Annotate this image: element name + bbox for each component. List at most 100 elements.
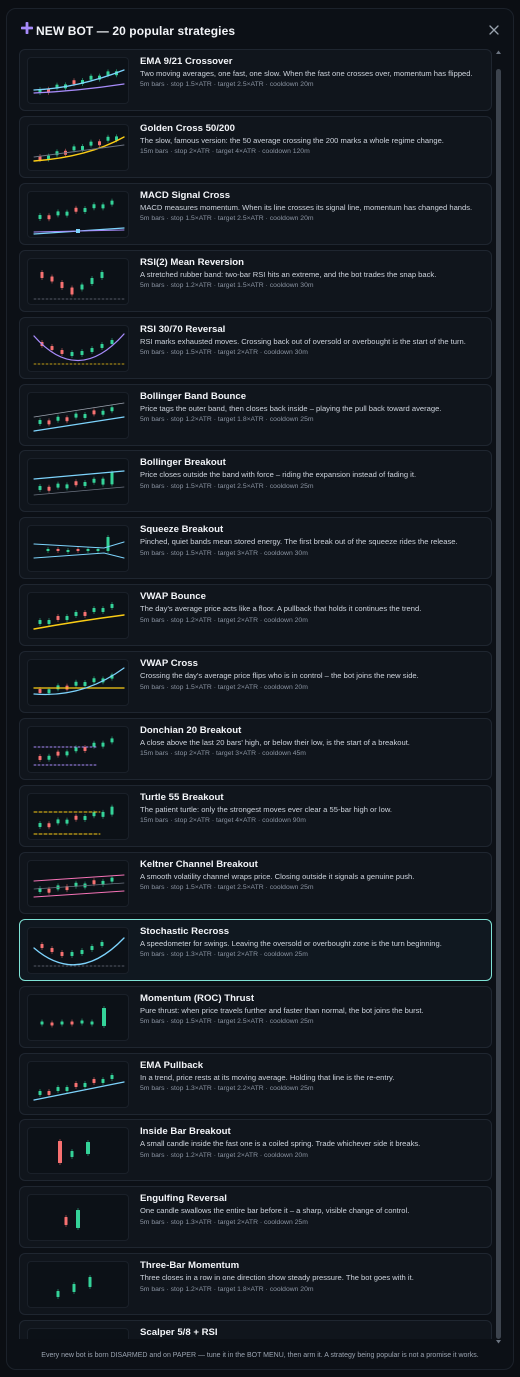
candle <box>70 951 74 956</box>
candle <box>74 413 78 418</box>
candle <box>50 276 54 282</box>
strategy-card[interactable]: Scalper 5/8 + RSI <box>19 1320 492 1339</box>
strategy-name: Squeeze Breakout <box>140 524 224 536</box>
strategy-card[interactable]: Three-Bar Momentum Three closes in a row … <box>19 1253 492 1316</box>
candle <box>110 738 114 743</box>
candle <box>83 815 87 820</box>
scrollbar[interactable] <box>495 49 502 1345</box>
candle <box>90 277 94 284</box>
strategy-text: Three-Bar Momentum Three closes in a row … <box>140 1260 483 1293</box>
strategy-name: VWAP Cross <box>140 658 198 670</box>
candle <box>80 350 84 355</box>
strategy-text: EMA Pullback In a trend, price rests at i… <box>140 1060 483 1093</box>
strategy-text: Inside Bar Breakout A small candle inside… <box>140 1126 483 1159</box>
candle <box>100 941 104 946</box>
strategy-meta: 5m bars · stop 1.2×ATR · target 1.8×ATR … <box>140 415 314 423</box>
strategy-name: RSI 30/70 Reversal <box>140 323 226 335</box>
strategy-card[interactable]: Engulfing Reversal One candle swallows th… <box>19 1186 492 1249</box>
candle <box>47 419 51 424</box>
candle <box>100 343 104 348</box>
strategy-thumbnail <box>27 1261 129 1309</box>
strategy-name: Turtle 55 Breakout <box>140 791 224 803</box>
strategy-card[interactable]: Donchian 20 Breakout A close above the la… <box>19 718 492 780</box>
mini-chart <box>33 667 125 696</box>
candle <box>65 616 69 621</box>
strategy-card[interactable]: Turtle 55 Breakout The patient turtle: on… <box>19 784 492 847</box>
candle <box>101 608 105 613</box>
strategy-card[interactable]: MACD Signal Cross MACD measures momentum.… <box>19 182 492 245</box>
strategy-text: Golden Cross 50/200 The slow, famous vers… <box>140 123 483 156</box>
strategy-thumbnail <box>27 659 129 707</box>
scroll-up-icon[interactable] <box>495 49 502 55</box>
strategy-thumbnail <box>27 190 129 238</box>
strategy-card[interactable]: Keltner Channel Breakout A smooth volatil… <box>19 851 492 914</box>
candle <box>92 678 96 683</box>
mini-chart <box>33 874 125 898</box>
strategy-text: EMA 9/21 Crossover Two moving averages, o… <box>140 56 483 89</box>
candle <box>50 947 54 952</box>
strategy-card[interactable]: Golden Cross 50/200 The slow, famous vers… <box>19 115 492 178</box>
candle <box>58 1141 62 1164</box>
mini-chart <box>33 736 114 766</box>
strategy-card[interactable]: Squeeze Breakout Pinched, quiet bands mea… <box>19 517 492 580</box>
strategy-meta: 5m bars · stop 1.5×ATR · target 2×ATR · … <box>140 683 308 691</box>
candle <box>38 822 42 827</box>
strategy-card[interactable]: RSI 30/70 Reversal RSI marks exhausted mo… <box>19 316 492 379</box>
candle <box>70 351 74 356</box>
macd-marker <box>76 228 80 233</box>
strategy-thumbnail <box>27 1328 129 1339</box>
candle <box>56 483 60 488</box>
candle <box>80 284 84 290</box>
strategy-card[interactable]: RSI(2) Mean Reversion A stretched rubber … <box>19 249 492 312</box>
modal-header: NEW BOT — 20 popular strategies <box>7 9 513 47</box>
strategy-card[interactable]: Momentum (ROC) Thrust Pure thrust: when p… <box>19 985 492 1048</box>
strategy-description: Three closes in a row in one direction s… <box>140 1273 414 1283</box>
strategy-thumbnail <box>27 57 129 104</box>
strategy-card[interactable]: VWAP Bounce The day's average price acts … <box>19 584 492 647</box>
strategy-description: RSI marks exhausted moves. Crossing back… <box>140 336 466 346</box>
strategy-text: Bollinger Band Bounce Price tags the oute… <box>140 391 483 424</box>
strategy-description: Pure thrust: when price travels further … <box>140 1005 424 1015</box>
candle <box>56 416 60 421</box>
strategy-card[interactable]: EMA 9/21 Crossover Two moving averages, o… <box>19 49 492 111</box>
candle <box>100 271 104 278</box>
strategy-meta: 5m bars · stop 1.5×ATR · target 3×ATR · … <box>140 549 308 557</box>
mini-chart <box>33 1072 125 1101</box>
strategy-card[interactable]: Bollinger Band Bounce Price tags the oute… <box>19 383 492 446</box>
candle <box>70 1021 74 1025</box>
strategy-thumbnail <box>27 324 129 372</box>
strategy-meta: 5m bars · stop 1.3×ATR · target 2×ATR · … <box>140 951 308 959</box>
strategy-meta: 5m bars · stop 1.5×ATR · target 2.5×ATR … <box>140 81 314 89</box>
candle <box>76 549 80 552</box>
candle <box>101 742 105 747</box>
strategy-description: MACD measures momentum. When its line cr… <box>140 202 473 212</box>
strategy-meta: 15m bars · stop 2×ATR · target 4×ATR · c… <box>140 817 306 825</box>
strategy-name: Scalper 5/8 + RSI <box>140 1327 218 1339</box>
close-icon[interactable] <box>487 23 501 37</box>
candle <box>40 943 44 948</box>
candle <box>106 537 110 552</box>
strategy-description: Two moving averages, one fast, one slow.… <box>140 69 473 78</box>
strategy-text: Momentum (ROC) Thrust Pure thrust: when p… <box>140 993 483 1026</box>
strategy-meta: 5m bars · stop 1.5×ATR · target 2.5×ATR … <box>140 215 314 223</box>
candle <box>74 207 78 212</box>
candle <box>76 1210 80 1229</box>
strategy-thumbnail <box>27 792 129 840</box>
candle <box>74 481 78 486</box>
strategy-thumbnail <box>27 458 129 506</box>
strategy-card[interactable]: EMA Pullback In a trend, price rests at i… <box>19 1052 492 1115</box>
strategy-meta: 5m bars · stop 1.3×ATR · target 2.2×ATR … <box>140 1084 314 1092</box>
mini-chart <box>33 198 125 235</box>
strategy-card[interactable]: VWAP Cross Crossing the day's average pri… <box>19 651 492 714</box>
strategy-card[interactable]: Stochastic Recross A speedometer for swin… <box>19 918 492 981</box>
scrollbar-thumb[interactable] <box>496 69 501 1339</box>
strategy-thumbnail <box>27 257 129 305</box>
scroll-down-icon[interactable] <box>495 1339 502 1345</box>
strategy-meta: 5m bars · stop 1.5×ATR · target 2×ATR · … <box>140 349 308 356</box>
candle <box>64 1217 68 1226</box>
strategy-card[interactable]: Bollinger Breakout Price closes outside t… <box>19 450 492 513</box>
candle <box>50 1022 54 1026</box>
indicator-line <box>33 937 125 966</box>
strategy-card[interactable]: Inside Bar Breakout A small candle inside… <box>19 1119 492 1182</box>
strategy-name: EMA 9/21 Crossover <box>140 56 233 67</box>
